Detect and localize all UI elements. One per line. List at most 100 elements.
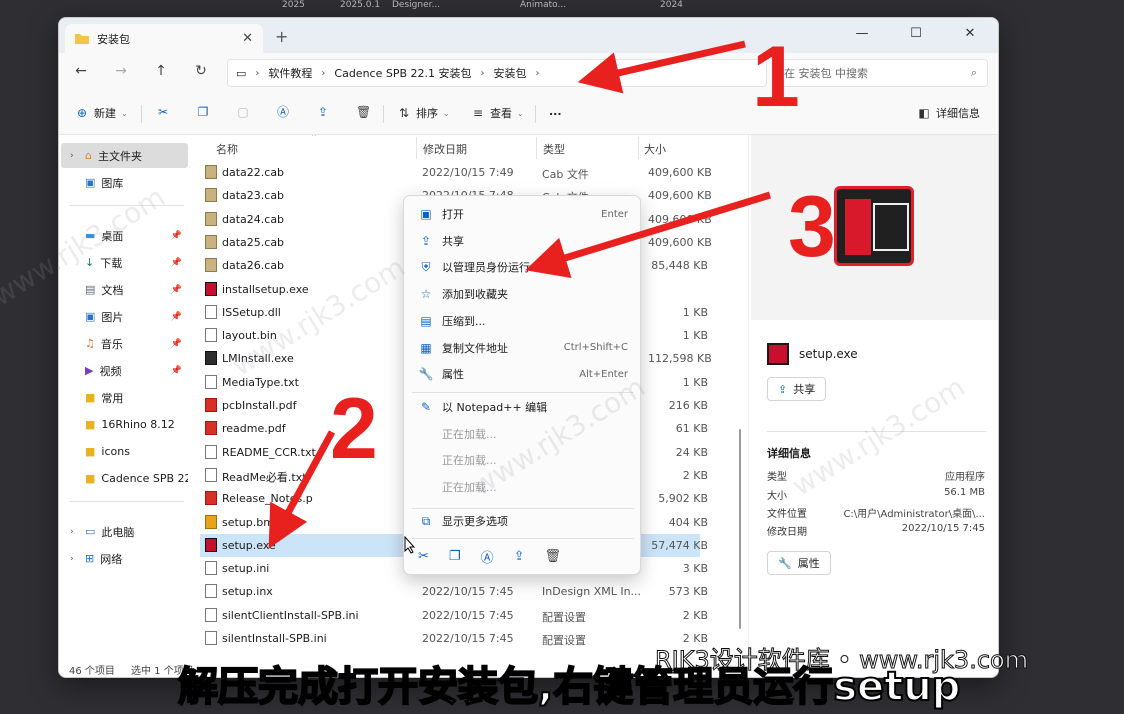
desktop-label[interactable]: 2025	[282, 0, 305, 10]
breadcrumb[interactable]: ▭ › 软件教程 › Cadence SPB 22.1 安装包 › 安装包 ›	[227, 59, 767, 87]
sidebar-item-desktop[interactable]: ▬ 桌面 📌	[61, 223, 188, 248]
desktop-labels: 2025 2025.0.1 Designer... Animato... 202…	[0, 0, 1124, 16]
pin-icon[interactable]: 📌	[171, 231, 182, 241]
rename-icon[interactable]: Ⓐ	[481, 547, 494, 566]
menu-item-show-more[interactable]: ⧉ 显示更多选项	[410, 508, 636, 534]
rename-button[interactable]: Ⓐ	[276, 105, 290, 119]
menu-item[interactable]: 🔧 属性 Alt+Enter	[410, 361, 636, 387]
file-name: setup.bmp	[222, 515, 281, 529]
breadcrumb-item[interactable]: 软件教程	[268, 65, 312, 81]
view-button[interactable]: ≡ 查看 ⌄	[471, 105, 524, 121]
sidebar-item-icons[interactable]: ■ icons	[61, 439, 188, 464]
sidebar-item-network[interactable]: › ⊞ 网络	[61, 546, 188, 571]
pin-icon[interactable]: 📌	[171, 366, 182, 376]
menu-item[interactable]: ▦ 复制文件地址 Ctrl+Shift+C	[410, 335, 636, 361]
share-icon[interactable]: ⇪	[514, 549, 525, 564]
up-icon[interactable]: ↑	[151, 63, 171, 79]
search-input[interactable]: 在 安装包 中搜索 ⌕	[773, 59, 988, 87]
sidebar-item-downloads[interactable]: ↓ 下载 📌	[61, 250, 188, 275]
new-button[interactable]: ⊕ 新建 ⌄	[75, 105, 128, 121]
table-row[interactable]: setup.inx 2022/10/15 7:45 InDesign XML In.…	[200, 580, 708, 603]
desktop-label[interactable]: 2025.0.1	[340, 0, 380, 10]
cut-button[interactable]: ✂	[156, 105, 170, 119]
title-bar: 安装包 ✕ + — ☐ ✕	[59, 18, 998, 53]
menu-item[interactable]: ⇪ 共享	[410, 228, 636, 254]
close-tab-icon[interactable]: ✕	[242, 31, 253, 46]
detail-share-button[interactable]: ⇪ 共享	[767, 377, 827, 401]
sort-button[interactable]: ⇅ 排序 ⌄	[397, 105, 450, 121]
tab-install-package[interactable]: 安装包 ✕	[65, 24, 263, 53]
detail-properties-button[interactable]: 🔧 属性	[767, 551, 831, 575]
pin-icon[interactable]: 📌	[171, 339, 182, 349]
pin-icon[interactable]: 📌	[171, 285, 182, 295]
chevron-right-icon[interactable]: ›	[70, 554, 74, 564]
new-tab-icon[interactable]: +	[275, 27, 288, 46]
maximize-button[interactable]: ☐	[893, 22, 939, 46]
desktop-label[interactable]: Animato...	[520, 0, 566, 10]
sidebar-item-pictures[interactable]: ▣ 图片 📌	[61, 304, 188, 329]
cab-file-icon	[205, 165, 217, 179]
menu-item[interactable]: ▤ 压缩到...	[410, 308, 636, 334]
pin-icon[interactable]: 📌	[171, 312, 182, 322]
folder-icon	[75, 34, 89, 44]
menu-item[interactable]: ☆ 添加到收藏夹	[410, 281, 636, 307]
sidebar-item-cadence[interactable]: ■ Cadence SPB 22.1	[61, 466, 188, 491]
close-button[interactable]: ✕	[947, 22, 993, 46]
breadcrumb-item[interactable]: Cadence SPB 22.1 安装包	[334, 65, 471, 81]
paste-button[interactable]: ▢	[236, 105, 250, 119]
scrollbar[interactable]	[738, 215, 743, 645]
file-name: data22.cab	[222, 166, 285, 179]
table-row[interactable]: silentInstall-SPB.ini 2022/10/15 7:45 配置设置…	[200, 627, 708, 649]
scissors-icon[interactable]: ✂	[418, 549, 429, 564]
chevron-right-icon[interactable]: ›	[536, 68, 540, 79]
details-pane-icon: ◧	[918, 106, 930, 120]
desktop-label[interactable]: 2024	[660, 0, 683, 10]
minimize-button[interactable]: —	[839, 22, 885, 46]
column-header-size[interactable]: 大小	[644, 141, 666, 157]
sidebar-item-common[interactable]: ■ 常用	[61, 385, 188, 410]
column-header-name[interactable]: 名称	[216, 141, 238, 157]
details-pane-button[interactable]: ◧ 详细信息	[917, 105, 980, 121]
column-header-date[interactable]: 修改日期	[423, 141, 467, 157]
forward-icon[interactable]: →	[111, 63, 131, 79]
more-options-icon: ⧉	[421, 513, 431, 528]
sidebar-item-this-pc[interactable]: › ▭ 此电脑	[61, 519, 188, 544]
sidebar-item-music[interactable]: ♫ 音乐 📌	[61, 331, 188, 356]
column-divider[interactable]	[536, 137, 537, 159]
copy-button[interactable]: ❐	[196, 105, 210, 119]
back-icon[interactable]: ←	[71, 63, 91, 79]
sidebar-item-label: Cadence SPB 22.1	[101, 472, 188, 485]
sidebar-item-home[interactable]: › ⌂ 主文件夹	[61, 143, 188, 168]
sidebar-item-rhino[interactable]: ■ 16Rhino 8.12	[61, 412, 188, 437]
share-button[interactable]: ⇪	[316, 105, 330, 119]
table-row[interactable]: data22.cab 2022/10/15 7:49 Cab 文件 409,600 K…	[200, 161, 712, 184]
network-icon: ⊞	[85, 552, 95, 565]
scrollbar-thumb[interactable]	[739, 429, 741, 629]
prop-value[interactable]: C:\用户\Administrator\桌面\...	[843, 505, 985, 520]
breadcrumb-item[interactable]: 安装包	[494, 65, 527, 81]
picture-icon: ▣	[85, 310, 96, 323]
table-row[interactable]: silentClientInstall-SPB.ini 2022/10/15 7:…	[200, 604, 708, 627]
chevron-right-icon[interactable]: ›	[70, 527, 74, 537]
chevron-right-icon[interactable]: ›	[70, 151, 74, 161]
prop-value: 2022/10/15 7:45	[901, 523, 985, 534]
sidebar-item-gallery[interactable]: ▣ 图库	[61, 170, 188, 195]
exe-file-icon	[205, 281, 217, 296]
menu-item[interactable]: ▣ 打开 Enter	[410, 201, 636, 227]
file-size: 409,600 KB	[648, 189, 712, 203]
desktop-label[interactable]: Designer...	[392, 0, 440, 10]
sidebar-item-documents[interactable]: ▤ 文档 📌	[61, 277, 188, 302]
menu-item[interactable]: ✎ 以 Notepad++ 编辑	[410, 394, 636, 420]
trash-icon[interactable]: 🗑	[544, 549, 561, 564]
refresh-icon[interactable]: ↻	[191, 63, 211, 79]
delete-button[interactable]: 🗑	[356, 105, 371, 119]
more-button[interactable]: ...	[549, 105, 562, 118]
column-header-type[interactable]: 类型	[543, 141, 565, 157]
pin-icon[interactable]: 📌	[171, 258, 182, 268]
sidebar-item-videos[interactable]: ▶ 视频 📌	[61, 358, 188, 383]
menu-item[interactable]: ⛨ 以管理员身份运行	[410, 254, 636, 280]
sidebar-item-label: 主文件夹	[97, 149, 142, 163]
copy-icon[interactable]: ❐	[449, 549, 461, 564]
column-divider[interactable]	[416, 137, 417, 159]
column-divider[interactable]	[638, 137, 639, 159]
